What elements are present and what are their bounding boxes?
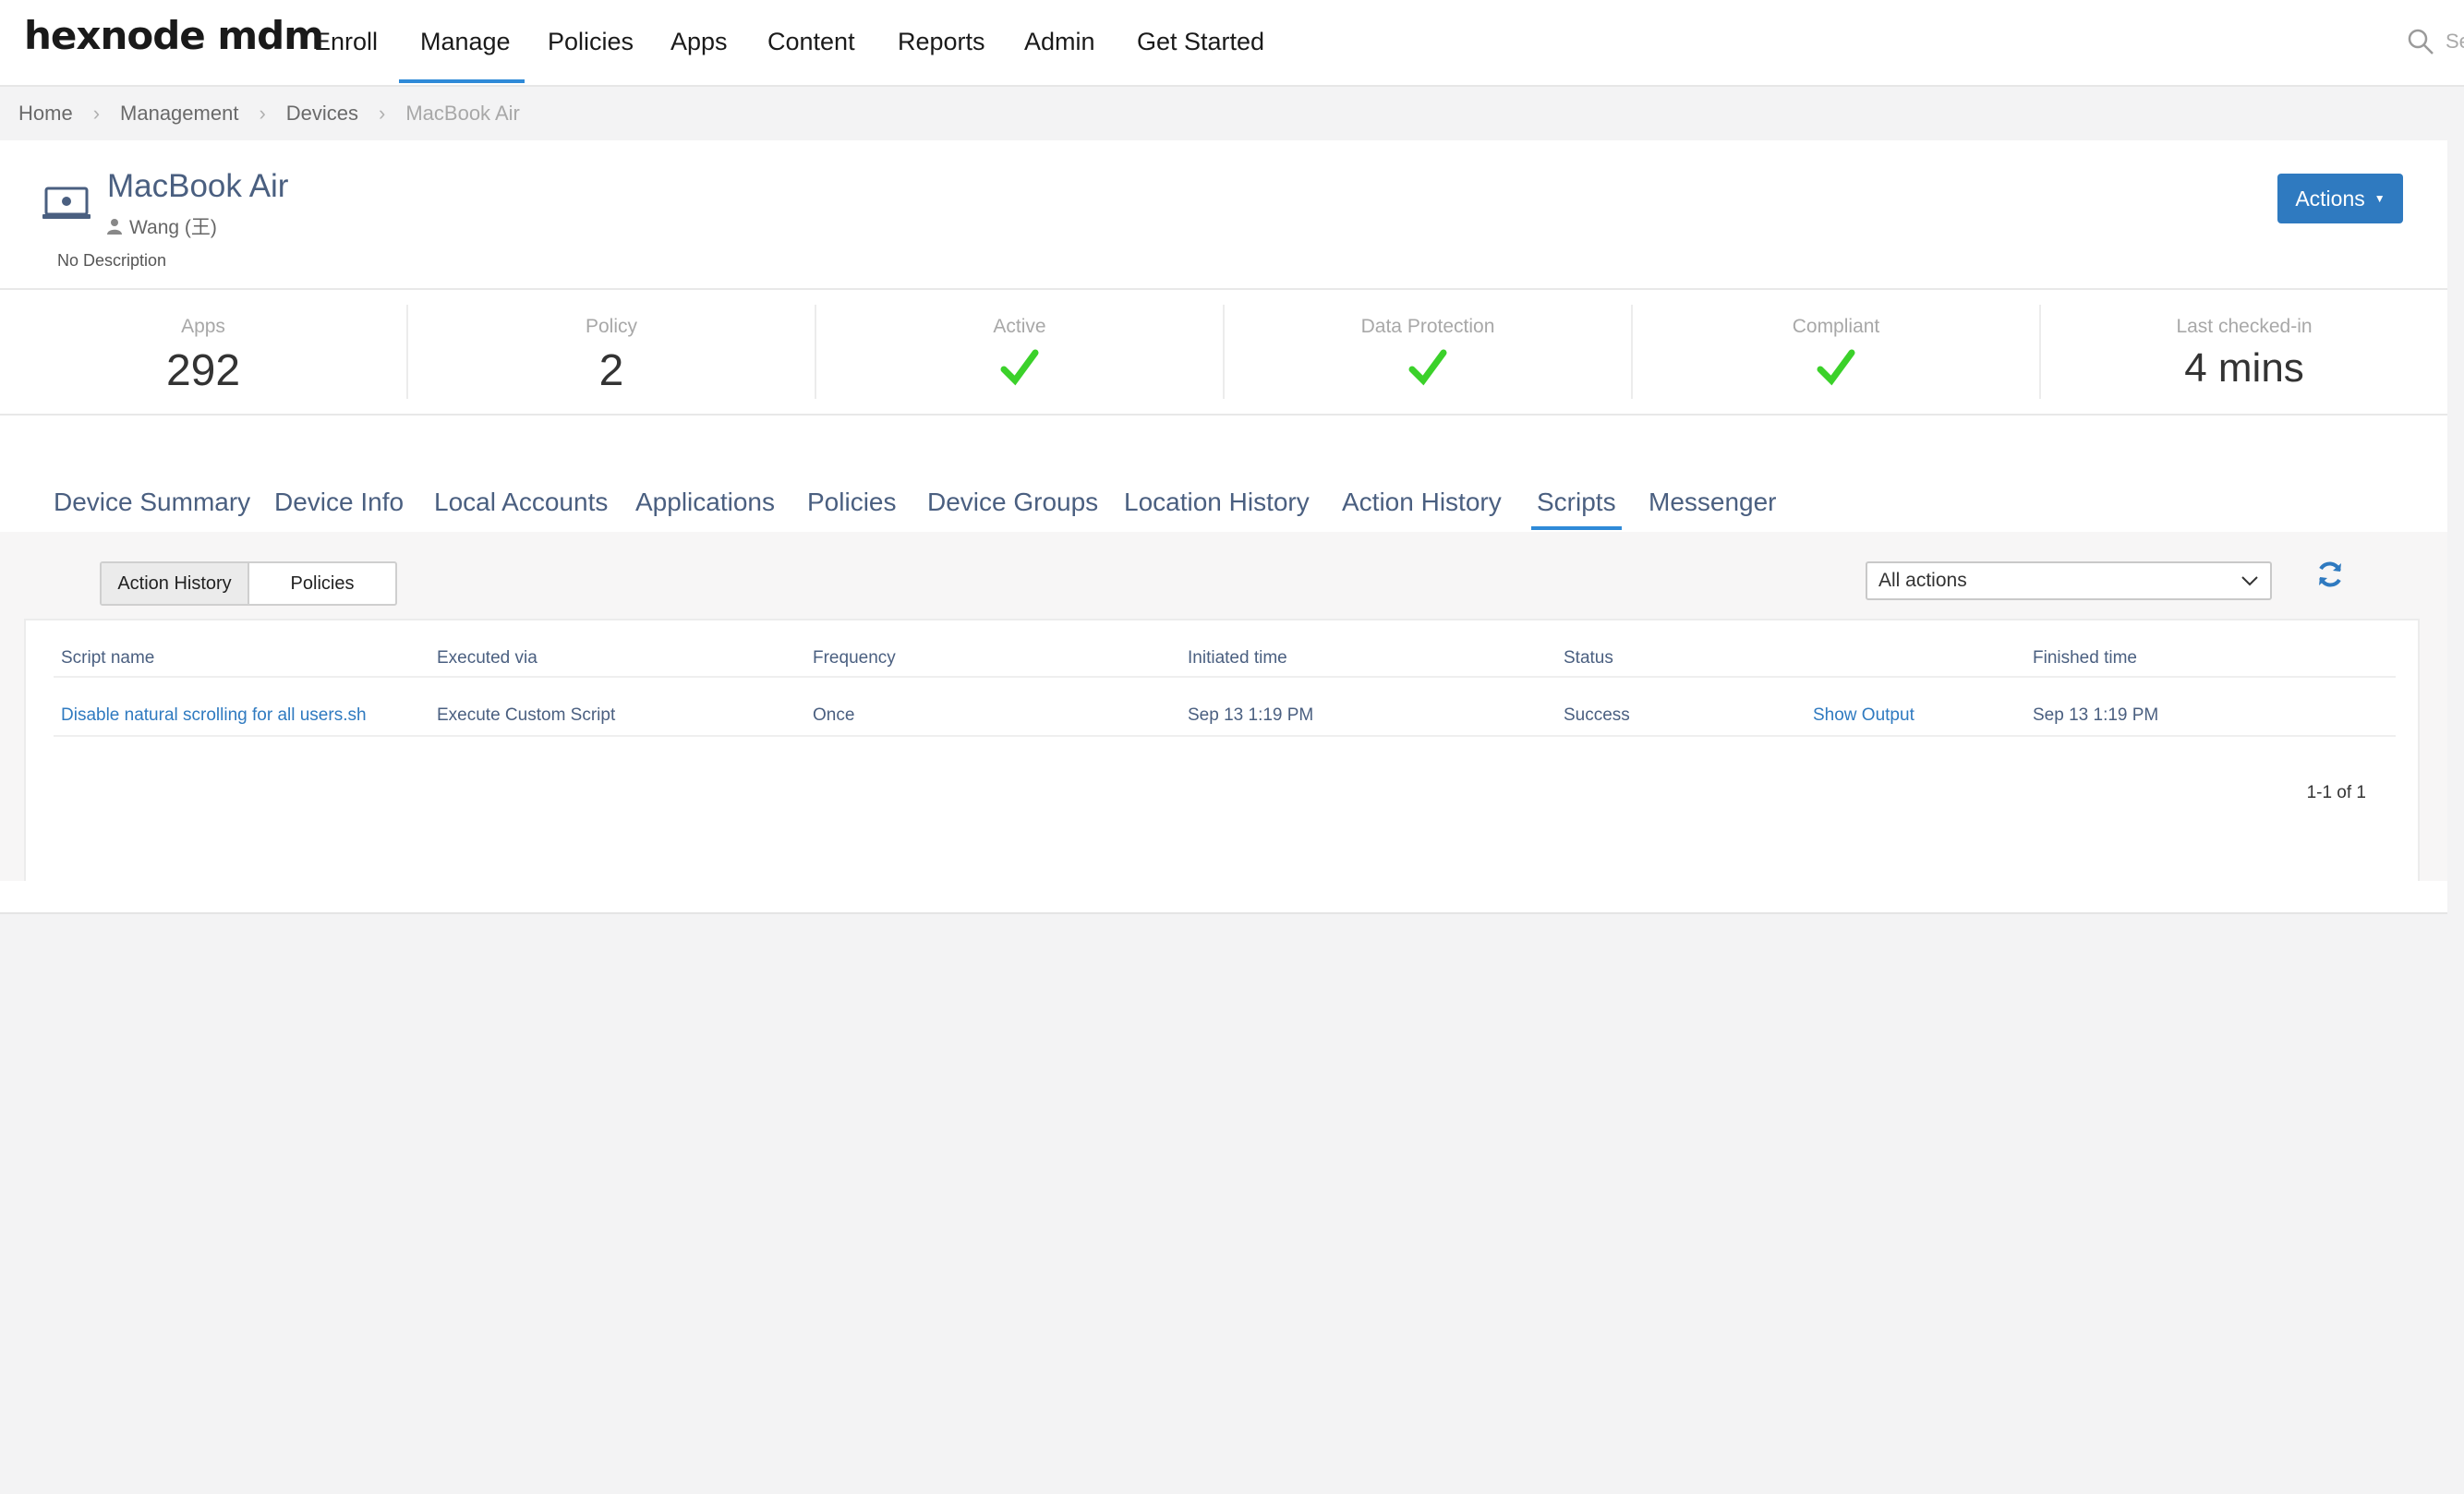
- nav-policies[interactable]: Policies: [548, 28, 634, 56]
- hexnode-logo[interactable]: hexnode mdm: [24, 13, 324, 58]
- column-header-status[interactable]: Status: [1564, 648, 1613, 669]
- breadcrumb: Home › Management › Devices › MacBook Ai…: [18, 100, 520, 127]
- check-icon: [1408, 349, 1447, 386]
- nav-reports[interactable]: Reports: [898, 28, 985, 56]
- column-header-executed-via[interactable]: Executed via: [437, 648, 537, 669]
- action-filter-value: All actions: [1878, 570, 1967, 591]
- laptop-icon: [42, 187, 91, 219]
- stat-active: Active: [816, 305, 1225, 399]
- stat-data-protection-label: Data Protection: [1360, 316, 1495, 337]
- stat-active-label: Active: [993, 316, 1046, 337]
- refresh-icon[interactable]: [2316, 560, 2344, 589]
- stat-apps: Apps 292: [0, 305, 408, 399]
- tab-scripts[interactable]: Scripts: [1537, 488, 1616, 517]
- breadcrumb-current: MacBook Air: [405, 102, 520, 125]
- tab-messenger[interactable]: Messenger: [1649, 488, 1777, 517]
- breadcrumb-home[interactable]: Home: [18, 102, 73, 126]
- device-user[interactable]: Wang (王): [107, 212, 217, 240]
- chevron-right-icon: ›: [259, 102, 266, 125]
- check-icon: [1000, 349, 1039, 386]
- script-name-link[interactable]: Disable natural scrolling for all users.…: [61, 705, 367, 726]
- column-header-initiated-time[interactable]: Initiated time: [1188, 648, 1287, 669]
- frequency-cell: Once: [813, 705, 855, 725]
- nav-active-indicator: [399, 79, 525, 83]
- tab-local-accounts[interactable]: Local Accounts: [434, 488, 608, 517]
- stat-compliant-label: Compliant: [1792, 316, 1880, 337]
- scripts-panel: Action History Policies All actions Scri…: [0, 532, 2447, 894]
- stat-last-checked-in-label: Last checked-in: [2176, 316, 2313, 337]
- nav-content[interactable]: Content: [767, 28, 855, 56]
- column-header-frequency[interactable]: Frequency: [813, 648, 896, 669]
- search-icon[interactable]: [2407, 28, 2434, 55]
- nav-get-started[interactable]: Get Started: [1137, 28, 1264, 56]
- device-tabs: Device Summary Device Info Local Account…: [0, 416, 2447, 532]
- device-stats: Apps 292 Policy 2 Active Data Protection…: [0, 290, 2447, 416]
- stat-policy-label: Policy: [585, 316, 638, 337]
- stat-last-checked-in: Last checked-in 4 mins: [2041, 305, 2447, 399]
- tab-policies[interactable]: Policies: [807, 488, 896, 517]
- stat-last-checked-in-value: 4 mins: [2184, 345, 2304, 391]
- pagination-info: 1-1 of 1: [2306, 783, 2366, 802]
- row-divider: [54, 735, 2396, 737]
- chevron-right-icon: ›: [379, 102, 386, 125]
- tab-device-summary[interactable]: Device Summary: [54, 488, 250, 517]
- action-filter-select[interactable]: All actions: [1866, 561, 2272, 600]
- user-icon: [107, 219, 122, 235]
- toggle-policies[interactable]: Policies: [249, 563, 395, 604]
- show-output-link[interactable]: Show Output: [1813, 705, 1914, 726]
- nav-admin[interactable]: Admin: [1024, 28, 1095, 56]
- actions-button[interactable]: Actions ▼: [2277, 174, 2403, 223]
- view-toggle: Action History Policies: [100, 561, 397, 606]
- tab-applications[interactable]: Applications: [635, 488, 775, 517]
- stat-policy: Policy 2: [408, 305, 816, 399]
- breadcrumb-devices[interactable]: Devices: [286, 102, 358, 126]
- chevron-right-icon: ›: [92, 102, 101, 125]
- column-header-finished-time[interactable]: Finished time: [2033, 648, 2137, 669]
- tab-action-history[interactable]: Action History: [1342, 488, 1502, 517]
- device-user-name: Wang (王): [129, 217, 217, 238]
- tab-location-history[interactable]: Location History: [1124, 488, 1310, 517]
- stat-policy-value: 2: [598, 346, 624, 395]
- device-header: MacBook Air Wang (王) No Description Acti…: [0, 140, 2447, 290]
- initiated-time-cell: Sep 13 1:19 PM: [1188, 705, 1314, 725]
- panel-footer: [0, 881, 2447, 914]
- tab-device-info[interactable]: Device Info: [274, 488, 404, 517]
- stat-data-protection: Data Protection: [1225, 305, 1633, 399]
- executed-via-cell: Execute Custom Script: [437, 705, 616, 725]
- finished-time-cell: Sep 13 1:19 PM: [2033, 705, 2159, 725]
- chevron-down-icon: [2241, 576, 2258, 586]
- header-divider: [54, 676, 2396, 678]
- actions-label: Actions: [2295, 186, 2365, 211]
- nav-manage[interactable]: Manage: [420, 28, 511, 56]
- nav-apps[interactable]: Apps: [670, 28, 728, 56]
- scripts-table: Script name Executed via Frequency Initi…: [24, 619, 2420, 894]
- breadcrumb-management[interactable]: Management: [120, 102, 238, 126]
- caret-down-icon: ▼: [2373, 192, 2385, 205]
- stat-apps-label: Apps: [181, 316, 225, 337]
- stat-apps-value: 292: [165, 346, 241, 395]
- stat-compliant: Compliant: [1633, 305, 2041, 399]
- status-cell: Success: [1564, 705, 1630, 725]
- column-header-script-name[interactable]: Script name: [61, 648, 154, 669]
- search-input[interactable]: Se: [2446, 30, 2464, 54]
- device-name: MacBook Air: [107, 168, 289, 204]
- toggle-action-history[interactable]: Action History: [102, 563, 249, 604]
- tab-active-indicator: [1531, 526, 1622, 530]
- top-navbar: hexnode mdm Enroll Manage Policies Apps …: [0, 0, 2464, 87]
- nav-enroll[interactable]: Enroll: [314, 28, 378, 56]
- check-icon: [1817, 349, 1855, 386]
- device-description: No Description: [57, 251, 167, 270]
- tab-device-groups[interactable]: Device Groups: [927, 488, 1098, 517]
